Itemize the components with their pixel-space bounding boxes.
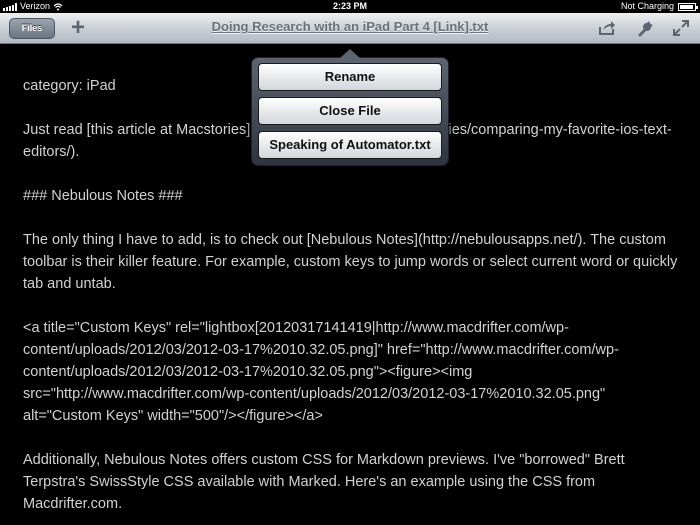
expand-icon[interactable] [672, 19, 690, 37]
files-button[interactable]: Files [9, 18, 55, 39]
status-bar: Verizon 2:23 PM Not Charging [0, 0, 700, 13]
wrench-icon[interactable] [637, 19, 655, 37]
doc-paragraph: The only thing I have to add, is to chec… [23, 232, 678, 292]
doc-paragraph: Additionally, Nebulous Notes offers cust… [23, 452, 625, 512]
charging-label: Not Charging [620, 1, 674, 11]
status-right: Not Charging [620, 0, 698, 13]
add-file-button[interactable]: + [67, 16, 89, 40]
doc-paragraph: <a title="Custom Keys" rel="lightbox[201… [23, 320, 619, 424]
battery-icon [678, 2, 698, 11]
recent-file-button[interactable]: Speaking of Automator.txt [258, 131, 442, 159]
share-icon[interactable] [598, 19, 616, 37]
toolbar: Files + Doing Research with an iPad Part… [0, 13, 700, 44]
close-file-button[interactable]: Close File [258, 97, 442, 125]
file-menu-popover: Rename Close File Speaking of Automator.… [251, 49, 449, 166]
document-title[interactable]: Doing Research with an iPad Part 4 [Link… [150, 19, 550, 34]
status-time: 2:23 PM [332, 1, 367, 11]
doc-heading: ### Nebulous Notes ### [23, 188, 183, 204]
rename-button[interactable]: Rename [258, 63, 442, 91]
